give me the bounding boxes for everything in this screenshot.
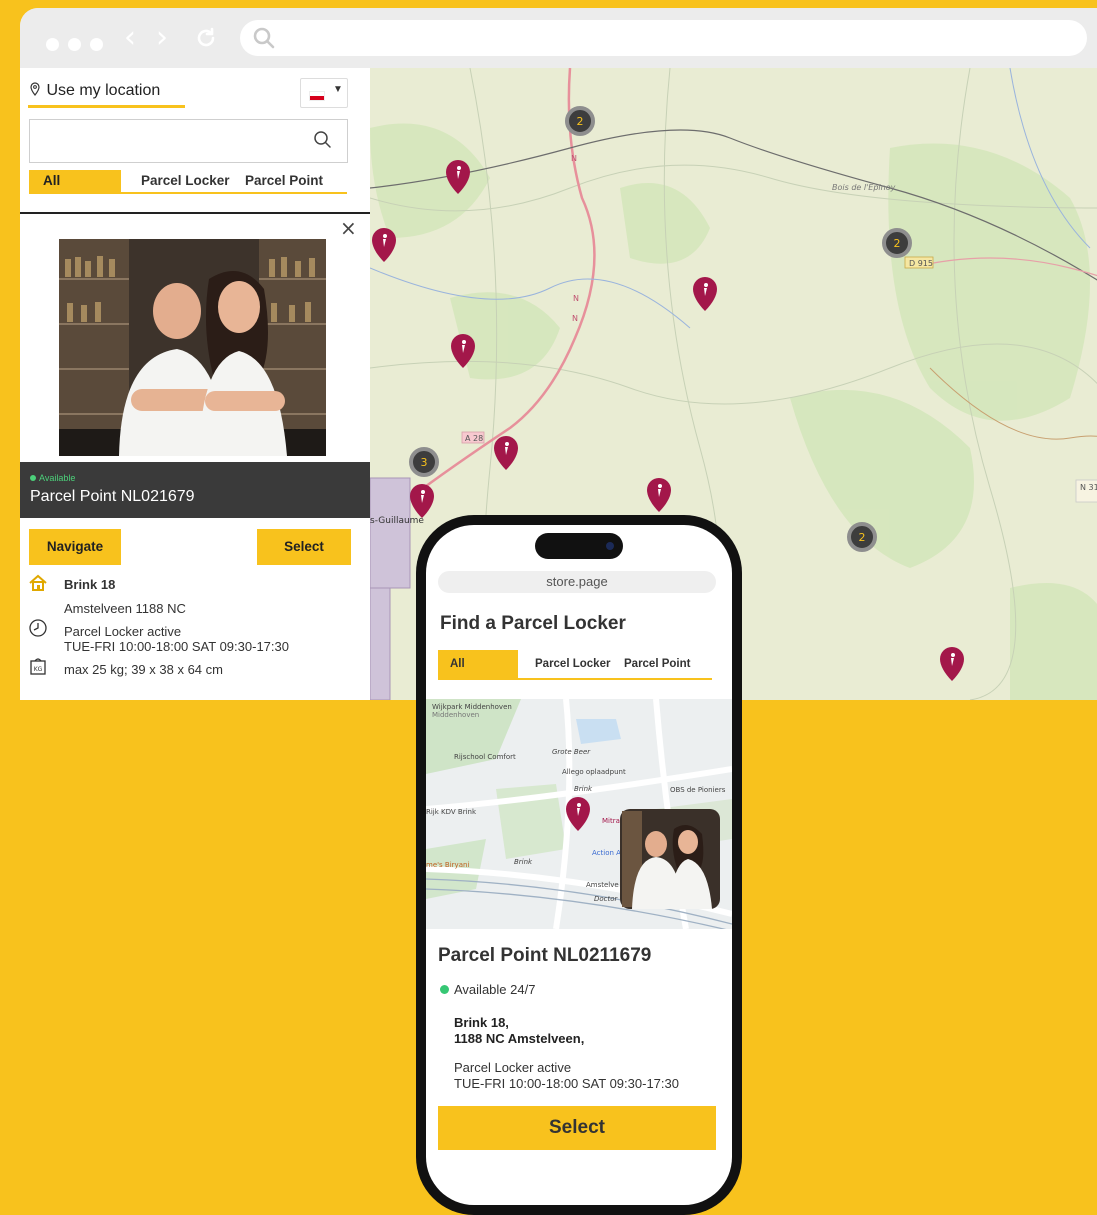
svg-text:Middenhoven: Middenhoven — [432, 711, 479, 719]
mobile-address-line-2: 1188 NC Amstelveen, — [454, 1031, 585, 1046]
clock-icon — [28, 618, 48, 643]
close-icon[interactable]: × — [340, 216, 357, 240]
location-thumbnail — [620, 809, 720, 909]
map-label-brink-2: Brink — [514, 858, 533, 866]
road-label-n2: N — [573, 294, 579, 303]
back-icon[interactable]: ‹ — [124, 22, 136, 54]
svg-text:KG: KG — [34, 666, 43, 673]
city-address: Amstelveen 1188 NC — [64, 601, 186, 616]
location-pin-icon — [30, 82, 40, 96]
country-selector[interactable]: ▼ — [300, 78, 348, 108]
window-dot-close[interactable] — [46, 38, 59, 51]
map-label-doctor: Doctor — [594, 895, 619, 903]
chevron-down-icon: ▼ — [333, 84, 343, 95]
cluster-count: 2 — [894, 237, 901, 250]
map-label-kdv: Rijk KDV Brink — [426, 808, 477, 816]
filter-tabs: All Parcel Locker Parcel Point — [29, 170, 347, 194]
map-label-rijschool: Rijschool Comfort — [454, 753, 516, 761]
availability-label: Available — [39, 473, 76, 483]
place-label-bois: Bois de l'Épinoy — [832, 181, 896, 192]
mobile-filter-tabs: All Parcel Locker Parcel Point — [438, 650, 712, 680]
mobile-availability-label: Available 24/7 — [454, 982, 536, 997]
status-dot-icon — [30, 475, 36, 481]
panel-divider — [20, 212, 370, 214]
mobile-tab-all[interactable]: All — [438, 650, 518, 678]
url-bar[interactable] — [240, 20, 1087, 56]
map-cluster[interactable]: 2 — [882, 228, 912, 258]
window-dot-maximize[interactable] — [90, 38, 103, 51]
mobile-phone: store.page Find a Parcel Locker All Parc… — [416, 515, 742, 1215]
mobile-url-bar[interactable]: store.page — [438, 571, 716, 593]
map-label-action: Action A — [592, 849, 621, 857]
mobile-availability: Available 24/7 — [440, 982, 535, 997]
mobile-tab-parcel-locker[interactable]: Parcel Locker — [535, 650, 610, 678]
cluster-count: 2 — [859, 531, 866, 544]
search-icon[interactable] — [313, 130, 333, 155]
map-label-amstelveen: Amstelve — [586, 881, 619, 889]
reload-icon[interactable] — [194, 26, 218, 55]
location-photo — [59, 239, 326, 456]
poland-flag-icon — [309, 91, 325, 101]
window-dot-minimize[interactable] — [68, 38, 81, 51]
map-label-brink: Brink — [574, 785, 593, 793]
map-label-allego: Allego oplaadpunt — [562, 768, 626, 776]
mobile-select-button[interactable]: Select — [438, 1106, 716, 1150]
locker-status: Parcel Locker active — [64, 624, 182, 639]
road-label-n3: N — [572, 314, 578, 323]
mobile-page-title: Find a Parcel Locker — [440, 613, 626, 634]
mobile-screen: store.page Find a Parcel Locker All Parc… — [426, 525, 732, 1205]
mobile-opening-hours: TUE-FRI 10:00-18:00 SAT 09:30-17:30 — [454, 1076, 679, 1091]
location-header: Available Parcel Point NL021679 — [20, 462, 370, 518]
status-dot-icon — [440, 985, 449, 994]
map-cluster[interactable]: 3 — [409, 447, 439, 477]
map-cluster[interactable]: 2 — [847, 522, 877, 552]
map-label-obs: OBS de Pioniers — [670, 786, 726, 794]
mobile-locker-status: Parcel Locker active — [454, 1060, 572, 1075]
select-button[interactable]: Select — [257, 529, 351, 565]
mobile-address-line-1: Brink 18, — [454, 1015, 509, 1030]
map-label-biryani: me's Biryani — [426, 861, 469, 869]
map-label-wijkpark: Wijkpark Middenhoven — [432, 703, 512, 711]
weight-icon: KG — [28, 656, 48, 681]
size-limits: max 25 kg; 39 x 38 x 64 cm — [64, 662, 223, 677]
dynamic-island — [535, 533, 623, 559]
mobile-tab-parcel-point[interactable]: Parcel Point — [624, 650, 690, 678]
street-address: Brink 18 — [64, 577, 116, 592]
tab-parcel-point[interactable]: Parcel Point — [245, 170, 323, 192]
road-label-n1: N — [571, 154, 577, 163]
cluster-count: 3 — [421, 456, 428, 469]
camera-icon — [606, 542, 614, 550]
road-label-d915: D 915 — [909, 259, 933, 268]
mobile-location-title: Parcel Point NL0211679 — [438, 945, 652, 966]
search-icon — [252, 26, 276, 55]
tab-parcel-locker[interactable]: Parcel Locker — [141, 170, 230, 192]
road-label-a28: A 28 — [465, 434, 483, 443]
cluster-count: 2 — [577, 115, 584, 128]
place-label-guillaume: s-Guillaume — [370, 516, 424, 526]
road-label-n31: N 31 — [1080, 483, 1097, 492]
use-my-location-link[interactable]: Use my location — [28, 82, 160, 100]
opening-hours: TUE-FRI 10:00-18:00 SAT 09:30-17:30 — [64, 639, 289, 654]
availability-indicator: Available — [30, 473, 75, 483]
location-underline — [28, 105, 185, 108]
use-my-location-label: Use my location — [46, 82, 161, 99]
map-label-grote-beer: Grote Beer — [552, 748, 591, 756]
forward-icon[interactable]: › — [156, 22, 168, 54]
map-cluster[interactable]: 2 — [565, 106, 595, 136]
search-input[interactable] — [29, 119, 348, 163]
location-title: Parcel Point NL021679 — [30, 488, 195, 505]
navigate-button[interactable]: Navigate — [29, 529, 121, 565]
mobile-map[interactable]: Wijkpark Middenhoven Middenhoven Rijscho… — [426, 699, 732, 929]
mobile-address: Brink 18, 1188 NC Amstelveen, — [454, 1015, 584, 1047]
browser-toolbar: ‹ › — [20, 8, 1097, 68]
tab-all[interactable]: All — [29, 170, 121, 192]
location-panel: Use my location ▼ All Parcel Locker Parc… — [20, 68, 370, 700]
mobile-hours: Parcel Locker active TUE-FRI 10:00-18:00… — [454, 1060, 679, 1092]
house-icon — [28, 574, 48, 597]
